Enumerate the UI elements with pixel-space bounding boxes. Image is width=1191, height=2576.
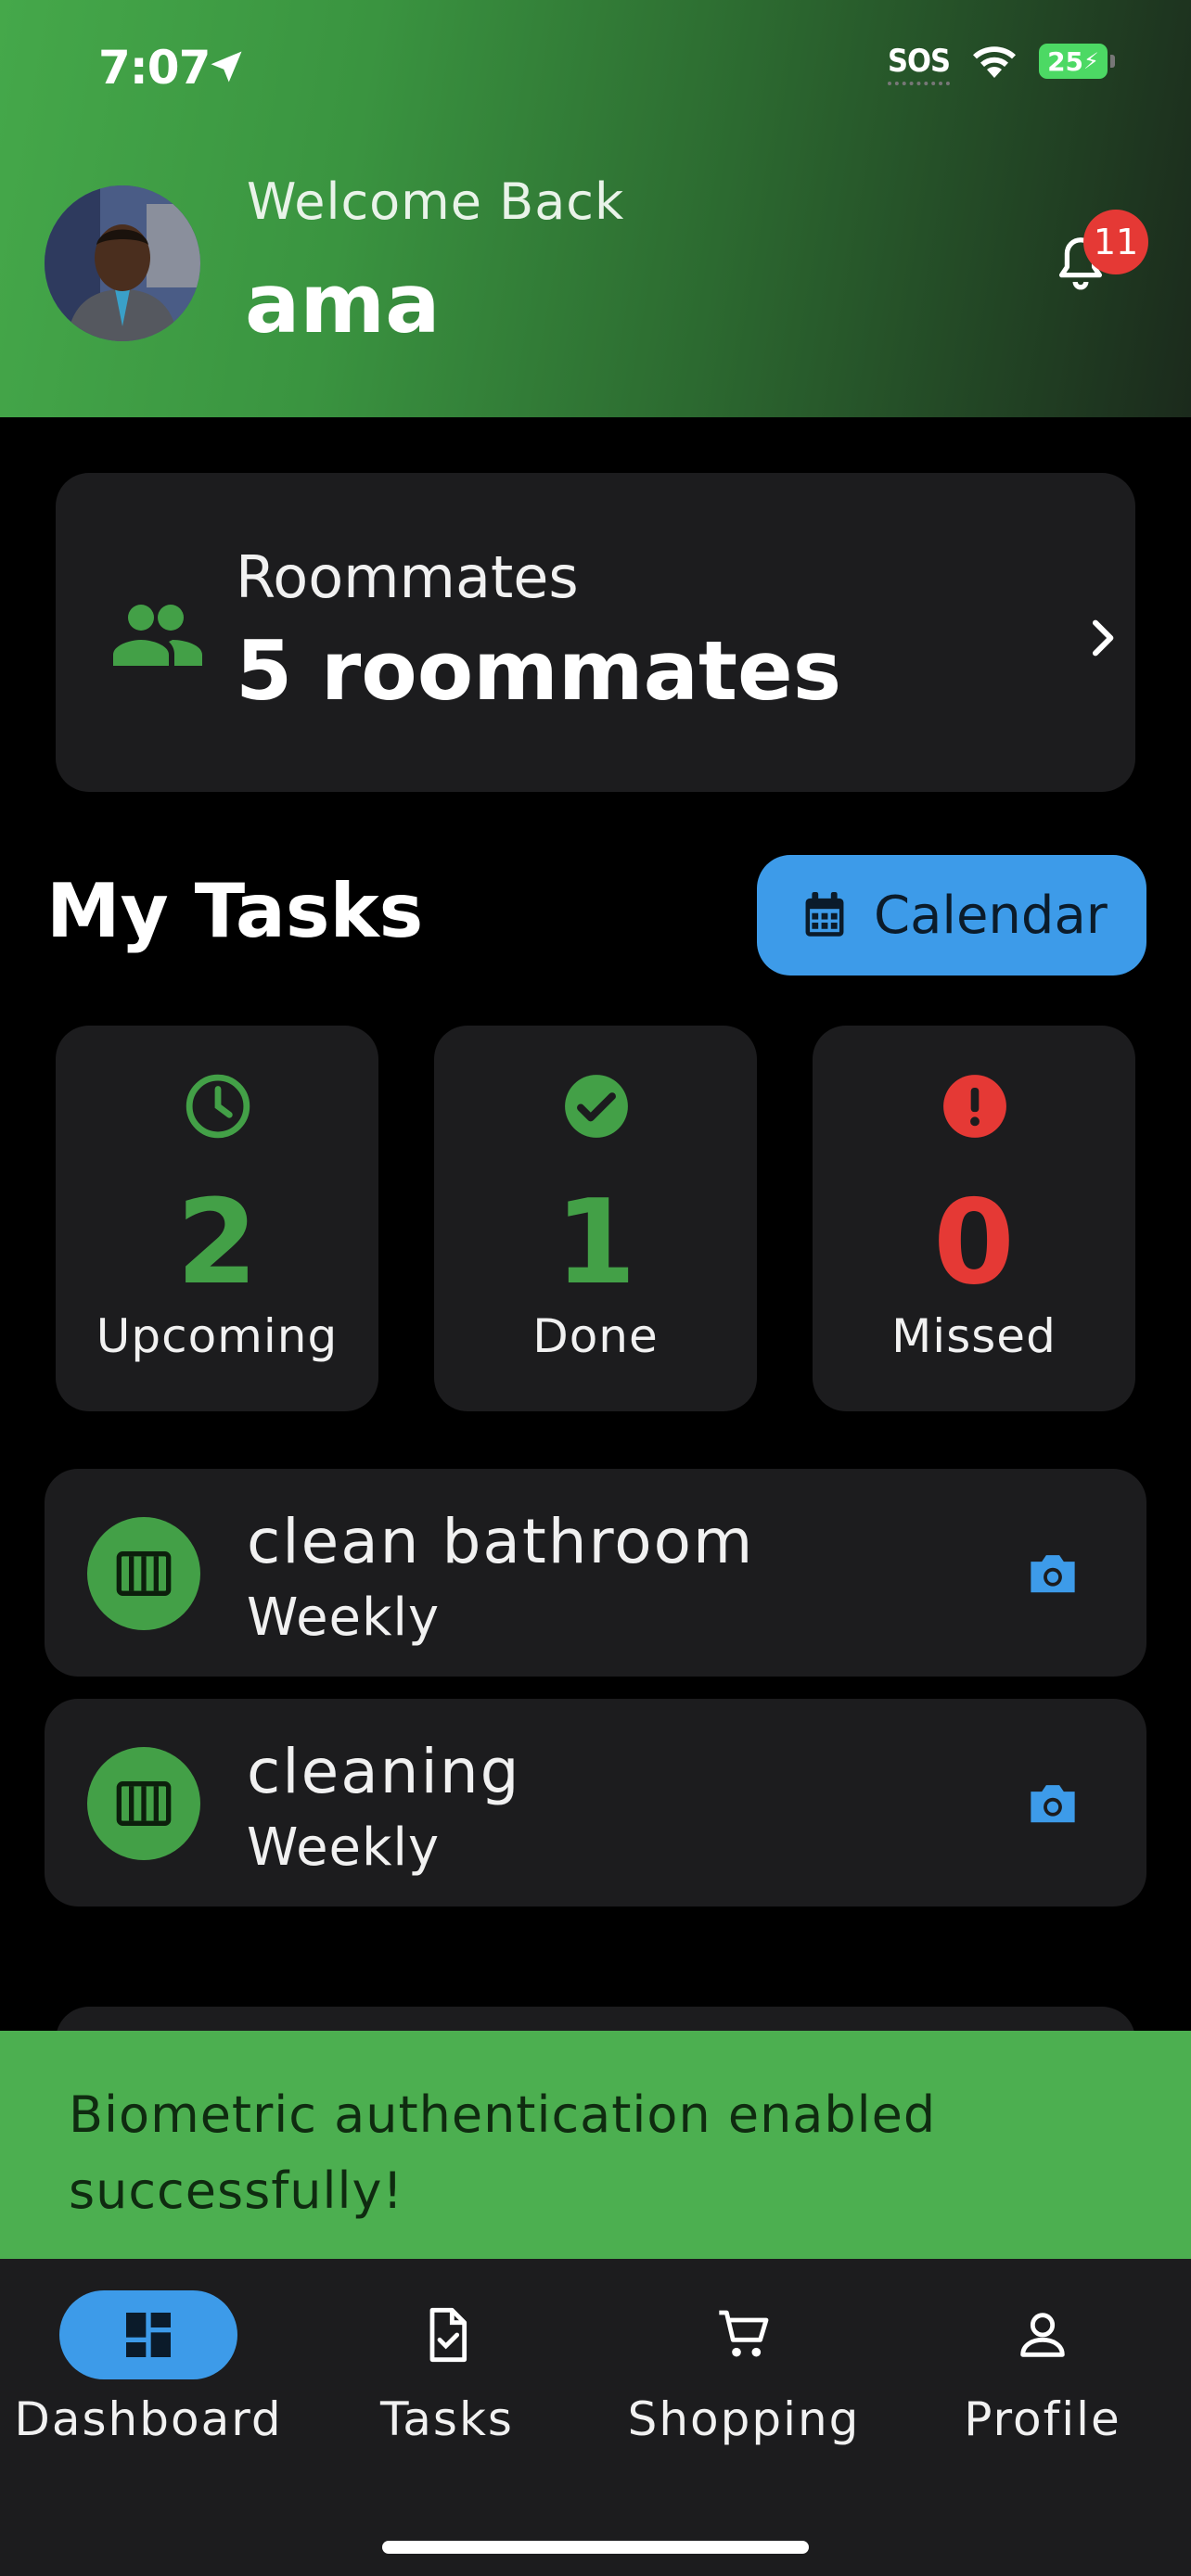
status-indicators: SOS 25 ⚡ (887, 43, 1115, 85)
calendar-button[interactable]: Calendar (757, 855, 1146, 976)
nav-profile[interactable]: Profile (894, 2290, 1191, 2446)
header: 7:07 SOS 25 ⚡ Welcome Back ama 11 (0, 0, 1191, 417)
nav-tasks-label: Tasks (380, 2392, 514, 2446)
task-name: cleaning (247, 1736, 521, 1807)
stat-missed[interactable]: 0 Missed (813, 1026, 1135, 1411)
calendar-button-label: Calendar (874, 885, 1108, 946)
task-check-icon (429, 2307, 467, 2363)
camera-icon[interactable] (1026, 1549, 1080, 1597)
sos-indicator: SOS (887, 43, 951, 85)
avatar-photo (45, 185, 200, 341)
stat-done-value: 1 (555, 1174, 636, 1310)
home-indicator[interactable] (382, 2541, 809, 2554)
radiator-icon (87, 1747, 200, 1860)
task-item[interactable]: cleaning Weekly (45, 1699, 1146, 1906)
check-circle-icon (565, 1075, 628, 1138)
task-name: clean bathroom (247, 1506, 755, 1577)
stat-done-label: Done (532, 1309, 659, 1363)
location-arrow-icon (211, 51, 242, 83)
radiator-icon (87, 1517, 200, 1630)
nav-profile-label: Profile (964, 2392, 1121, 2446)
snackbar-message: Biometric authentication enabled success… (69, 2085, 937, 2220)
chevron-right-icon (1092, 619, 1114, 657)
notification-badge[interactable]: 11 (1083, 210, 1148, 274)
welcome-text: Welcome Back (247, 172, 625, 231)
calendar-icon (805, 892, 844, 937)
wifi-icon (973, 46, 1016, 78)
nav-shopping[interactable]: Shopping (596, 2290, 892, 2446)
task-frequency: Weekly (247, 1817, 441, 1878)
battery-indicator: 25 ⚡ (1039, 44, 1115, 79)
task-frequency: Weekly (247, 1588, 441, 1648)
stat-missed-label: Missed (891, 1309, 1057, 1363)
camera-icon[interactable] (1026, 1779, 1080, 1827)
task-item[interactable]: clean bathroom Weekly (45, 1469, 1146, 1677)
nav-dashboard[interactable]: Dashboard (0, 2290, 297, 2446)
clock-icon (186, 1074, 250, 1139)
avatar[interactable] (45, 185, 200, 341)
username: ama (245, 256, 441, 351)
nav-dashboard-label: Dashboard (14, 2392, 283, 2446)
stat-missed-value: 0 (933, 1174, 1015, 1310)
section-title: My Tasks (46, 868, 424, 954)
battery-level: 25 (1047, 45, 1084, 77)
nav-shopping-label: Shopping (627, 2392, 861, 2446)
bottom-nav: Dashboard Tasks Shopping Profile (0, 2259, 1191, 2576)
stat-upcoming[interactable]: 2 Upcoming (56, 1026, 378, 1411)
person-icon (1020, 2313, 1065, 2357)
dashboard-icon (126, 2313, 171, 2357)
roommates-card[interactable]: Roommates 5 roommates (56, 473, 1135, 792)
status-time: 7:07 (98, 41, 211, 95)
cart-icon (719, 2310, 769, 2357)
stat-done[interactable]: 1 Done (434, 1026, 757, 1411)
nav-tasks[interactable]: Tasks (299, 2290, 596, 2446)
stat-upcoming-value: 2 (176, 1174, 258, 1310)
roommates-label: Roommates (236, 543, 579, 611)
stat-upcoming-label: Upcoming (96, 1309, 339, 1363)
roommates-count: 5 roommates (236, 623, 842, 719)
group-icon (113, 605, 202, 666)
alert-circle-icon (943, 1075, 1006, 1138)
snackbar: Biometric authentication enabled success… (0, 2031, 1191, 2259)
